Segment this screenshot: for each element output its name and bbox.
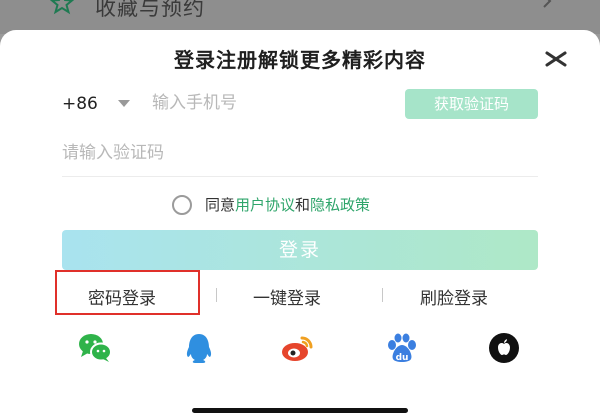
close-icon[interactable] (545, 48, 567, 70)
user-agreement-link[interactable]: 用户协议 (235, 196, 295, 214)
chevron-right-icon (543, 0, 552, 8)
divider (62, 176, 538, 177)
privacy-policy-link[interactable]: 隐私政策 (310, 196, 370, 214)
separator (382, 288, 383, 302)
login-button[interactable]: 登录 (62, 230, 538, 270)
agreement-radio[interactable] (172, 195, 192, 215)
wechat-icon[interactable] (77, 332, 113, 364)
face-login-link[interactable]: 刷脸登录 (420, 284, 488, 309)
country-code-selector[interactable]: +86 (62, 94, 98, 114)
separator (216, 288, 217, 302)
agreement-prefix: 同意 (205, 196, 236, 214)
chevron-down-icon[interactable] (118, 100, 130, 108)
agreement-conjunction: 和 (295, 196, 311, 214)
phone-number-input[interactable] (152, 88, 392, 118)
sheet-title: 登录注册解锁更多精彩内容 (174, 48, 426, 72)
get-code-button[interactable]: 获取验证码 (405, 89, 538, 119)
weibo-icon[interactable] (280, 332, 316, 364)
background-item-label: 收藏与预约 (95, 0, 205, 20)
apple-icon[interactable] (486, 332, 522, 364)
password-login-link[interactable]: 密码登录 (88, 284, 156, 309)
qq-icon[interactable] (181, 332, 217, 364)
verification-code-input[interactable] (62, 138, 362, 168)
login-sheet: 登录注册解锁更多精彩内容 +86 获取验证码 同意用户协议和隐私政策 登录 密码… (0, 30, 600, 420)
agreement-text: 同意用户协议和隐私政策 (205, 194, 370, 215)
svg-text:du: du (396, 353, 409, 363)
one-click-login-link[interactable]: 一键登录 (253, 284, 321, 309)
baidu-icon[interactable]: du (384, 332, 420, 364)
star-outline-icon (50, 0, 74, 15)
background-list-item: 收藏与预约 (0, 0, 600, 34)
home-indicator (192, 408, 408, 413)
